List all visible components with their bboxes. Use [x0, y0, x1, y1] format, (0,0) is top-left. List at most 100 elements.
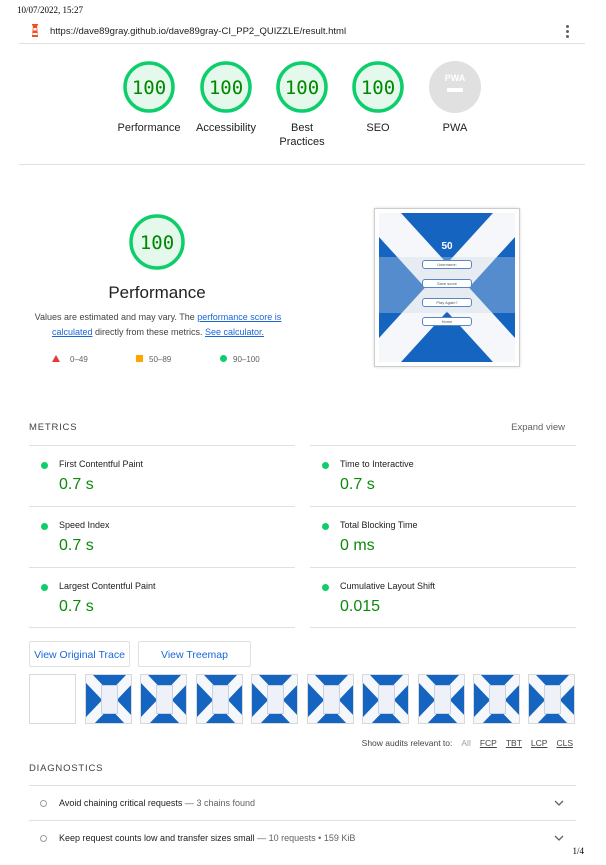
audit-title: Avoid chaining critical requests — 3 cha… [59, 798, 255, 808]
score-ring-icon: 100 [123, 61, 175, 113]
filmstrip-frame [528, 674, 575, 724]
audit-critical-chains[interactable]: Avoid chaining critical requests — 3 cha… [29, 785, 576, 820]
page-url: https://dave89gray.github.io/dave89gray-… [50, 25, 347, 37]
filmstrip-frame [307, 674, 354, 724]
print-date: 10/07/2022, 15:27 [17, 5, 84, 15]
pass-circle-icon [322, 523, 329, 530]
filmstrip-frame [140, 674, 187, 724]
pass-circle-icon [322, 462, 329, 469]
filmstrip-frame [418, 674, 465, 724]
legend-pass: 90–100 [233, 355, 260, 364]
desc-text: Values are estimated and may vary. The [34, 312, 198, 322]
score-ring-icon: 100 [276, 61, 328, 113]
more-options-icon[interactable] [559, 23, 575, 39]
page-number: 1/4 [572, 846, 584, 856]
filmstrip-frame [85, 674, 132, 724]
play-again-button: Play Again? [422, 298, 472, 307]
desc-text: directly from these metrics. [92, 327, 205, 337]
legend-fail: 0–49 [70, 355, 88, 364]
pass-circle-icon [41, 523, 48, 530]
metric-name: First Contentful Paint [59, 459, 144, 469]
home-button: Home [422, 317, 472, 326]
metric-name: Largest Contentful Paint [59, 581, 156, 591]
metric-name: Cumulative Layout Shift [340, 581, 436, 591]
metric-name: Speed Index [59, 520, 110, 530]
expand-view-toggle[interactable]: Expand view [511, 422, 565, 433]
filter-cls[interactable]: CLS [556, 738, 573, 748]
username-field: Username: [422, 260, 472, 269]
audit-detail: 3 chains found [196, 798, 255, 808]
svg-text:100: 100 [209, 77, 243, 99]
filmstrip-frame [29, 674, 76, 724]
gauge-pwa[interactable]: PWA PWA [417, 60, 493, 135]
pwa-badge-icon: PWA [429, 61, 481, 113]
legend-average: 50–89 [149, 355, 172, 364]
lighthouse-logo-icon [28, 24, 42, 38]
pass-circle-icon [41, 462, 48, 469]
filter-tbt[interactable]: TBT [506, 738, 522, 748]
view-original-trace-button[interactable]: View Original Trace [29, 641, 130, 667]
metric-tti: Time to Interactive 0.7 s [310, 445, 576, 506]
info-circle-icon [40, 800, 47, 807]
filter-fcp[interactable]: FCP [480, 738, 497, 748]
filmstrip-frame [251, 674, 298, 724]
metrics-heading: METRICS [29, 422, 78, 433]
performance-summary: 100 Performance Values are estimated and… [19, 205, 585, 375]
chevron-down-icon[interactable] [554, 833, 564, 843]
url-bar: https://dave89gray.github.io/dave89gray-… [19, 19, 585, 44]
average-square-icon [136, 355, 143, 362]
pass-circle-icon [322, 584, 329, 591]
audit-request-counts[interactable]: Keep request counts low and transfer siz… [29, 820, 576, 855]
chevron-down-icon[interactable] [554, 798, 564, 808]
pass-circle-icon [41, 584, 48, 591]
saltire-flag-image: 50 Username: Save score Play Again? Home [379, 213, 515, 362]
score-ring-icon: 100 [200, 61, 252, 113]
audit-detail: 10 requests • 159 KiB [268, 833, 356, 843]
svg-text:PWA: PWA [445, 73, 466, 83]
metric-value: 0.015 [340, 598, 381, 615]
info-circle-icon [40, 835, 47, 842]
quiz-score: 50 [441, 241, 453, 252]
metric-value: 0.7 s [59, 476, 94, 493]
gauge-seo[interactable]: 100 SEO [340, 60, 416, 135]
diagnostics-heading: DIAGNOSTICS [29, 763, 104, 774]
metric-speed-index: Speed Index 0.7 s [29, 506, 295, 567]
fail-triangle-icon [52, 355, 60, 362]
filmstrip-frame [196, 674, 243, 724]
filter-lcp[interactable]: LCP [531, 738, 548, 748]
audit-title-text: Keep request counts low and transfer siz… [59, 833, 255, 843]
svg-text:100: 100 [361, 77, 395, 99]
filter-label: Show audits relevant to: [361, 738, 453, 748]
final-screenshot: 50 Username: Save score Play Again? Home [374, 208, 520, 367]
score-ring-icon: 100 [352, 61, 404, 113]
svg-text:100: 100 [285, 77, 319, 99]
gauge-performance[interactable]: 100 Performance [111, 60, 187, 135]
metric-value: 0 ms [340, 537, 375, 554]
svg-text:100: 100 [140, 232, 174, 254]
metric-lcp: Largest Contentful Paint 0.7 s [29, 567, 295, 628]
gauge-label: PWA [442, 122, 468, 134]
metric-value: 0.7 s [59, 598, 94, 615]
metric-cls: Cumulative Layout Shift 0.015 [310, 567, 576, 628]
metric-name: Total Blocking Time [340, 520, 418, 530]
view-treemap-button[interactable]: View Treemap [138, 641, 251, 667]
calculator-link[interactable]: See calculator. [205, 327, 264, 337]
audit-filter-bar: Show audits relevant to: All FCP TBT LCP… [362, 738, 573, 748]
gauge-label: Accessibility [196, 122, 256, 134]
metric-value: 0.7 s [340, 476, 375, 493]
filter-all[interactable]: All [461, 738, 470, 748]
filmstrip [29, 674, 576, 724]
score-description: Values are estimated and may vary. The p… [27, 310, 289, 340]
audit-title-text: Avoid chaining critical requests [59, 798, 183, 808]
metric-fcp: First Contentful Paint 0.7 s [29, 445, 295, 506]
performance-score-ring-icon: 100 [129, 214, 185, 270]
metric-name: Time to Interactive [340, 459, 414, 469]
gauge-best-practices[interactable]: 100 Best Practices [264, 60, 340, 149]
metric-tbt: Total Blocking Time 0 ms [310, 506, 576, 567]
filmstrip-frame [362, 674, 409, 724]
audit-title: Keep request counts low and transfer siz… [59, 833, 356, 843]
category-gauges: 100 Performance 100 Accessibility 100 Be… [19, 55, 585, 165]
svg-text:100: 100 [132, 77, 166, 99]
gauge-accessibility[interactable]: 100 Accessibility [188, 60, 264, 135]
metric-value: 0.7 s [59, 537, 94, 554]
